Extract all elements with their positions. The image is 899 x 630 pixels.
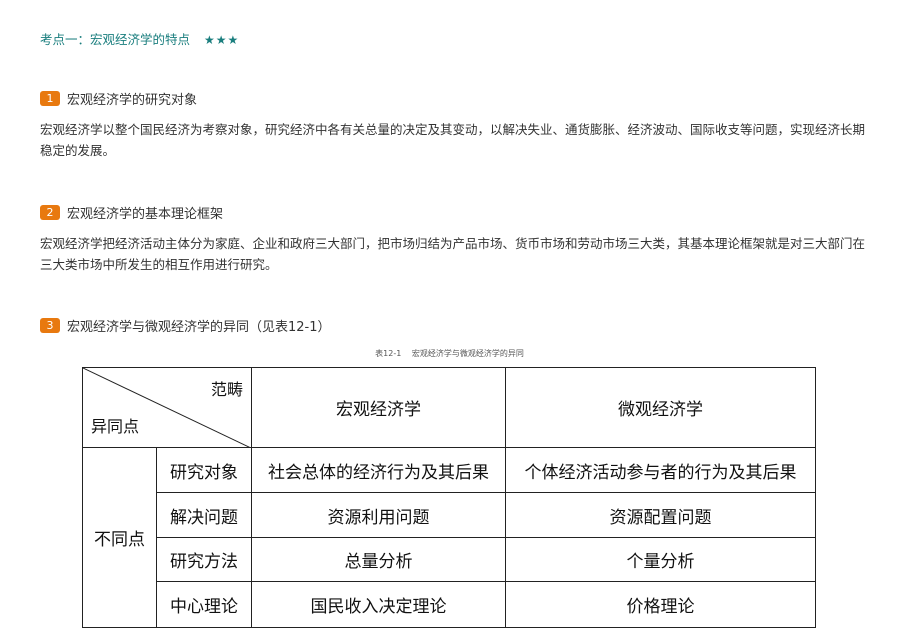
micro-cell: 个量分析 xyxy=(505,537,816,582)
section-title: 宏观经济学与微观经济学的异同（见表12-1） xyxy=(67,320,331,335)
section-number-badge: 3 xyxy=(40,318,60,333)
column-header-macro: 宏观经济学 xyxy=(251,367,506,448)
kaodian-title: 考点一：宏观经济学的特点 ★★★ xyxy=(40,29,239,48)
micro-cell: 价格理论 xyxy=(505,581,816,628)
section-title: 宏观经济学的基本理论框架 xyxy=(67,207,224,222)
table-row: 中心理论 国民收入决定理论 价格理论 xyxy=(83,581,816,628)
table-caption: 表12-1 宏观经济学与微观经济学的异同 xyxy=(0,348,899,359)
section-number-badge: 2 xyxy=(40,205,60,220)
table-row: 不同点 研究对象 社会总体的经济行为及其后果 个体经济活动参与者的行为及其后果 xyxy=(82,447,816,628)
table-row: 研究方法 总量分析 个量分析 xyxy=(83,537,816,582)
kaodian-title-text: 考点一：宏观经济学的特点 xyxy=(40,32,191,47)
section-3-heading: 3 宏观经济学与微观经济学的异同（见表12-1） xyxy=(40,316,331,335)
section-2-body: 宏观经济学把经济活动主体分为家庭、企业和政府三大部门，把市场归结为产品市场、货币… xyxy=(40,236,866,272)
section-1-body: 宏观经济学以整个国民经济为考察对象，研究经济中各有关总量的决定及其变动，以解决失… xyxy=(40,122,866,158)
column-header-micro: 微观经济学 xyxy=(505,367,816,448)
micro-cell: 个体经济活动参与者的行为及其后果 xyxy=(505,447,816,493)
diagonal-header-cell: 范畴 异同点 xyxy=(82,367,252,448)
macro-cell: 国民收入决定理论 xyxy=(251,581,506,628)
section-2-heading: 2 宏观经济学的基本理论框架 xyxy=(40,203,223,222)
table-row: 解决问题 资源利用问题 资源配置问题 xyxy=(83,492,816,538)
section-title: 宏观经济学的研究对象 xyxy=(67,93,198,108)
group-label-differences: 不同点 xyxy=(82,447,157,628)
macro-cell: 社会总体的经济行为及其后果 xyxy=(251,447,506,493)
comparison-table: 范畴 异同点 宏观经济学 微观经济学 不同点 研究对象 社会总体的经济行为及其后… xyxy=(82,367,816,628)
row-label: 研究方法 xyxy=(156,537,252,582)
table-caption-title: 宏观经济学与微观经济学的异同 xyxy=(411,349,524,358)
macro-cell: 总量分析 xyxy=(251,537,506,582)
corner-label-category: 范畴 xyxy=(210,380,243,399)
star-rating: ★★★ xyxy=(204,33,240,47)
table-caption-number: 表12-1 xyxy=(375,349,402,358)
micro-cell: 资源配置问题 xyxy=(505,492,816,538)
section-number-badge: 1 xyxy=(40,91,60,106)
row-label: 解决问题 xyxy=(156,492,252,538)
table-header-row: 范畴 异同点 宏观经济学 微观经济学 xyxy=(82,367,816,448)
macro-cell: 资源利用问题 xyxy=(251,492,506,538)
row-label: 研究对象 xyxy=(156,447,252,493)
section-1-heading: 1 宏观经济学的研究对象 xyxy=(40,89,197,108)
corner-label-aspect: 异同点 xyxy=(91,417,140,436)
row-label: 中心理论 xyxy=(156,581,252,628)
